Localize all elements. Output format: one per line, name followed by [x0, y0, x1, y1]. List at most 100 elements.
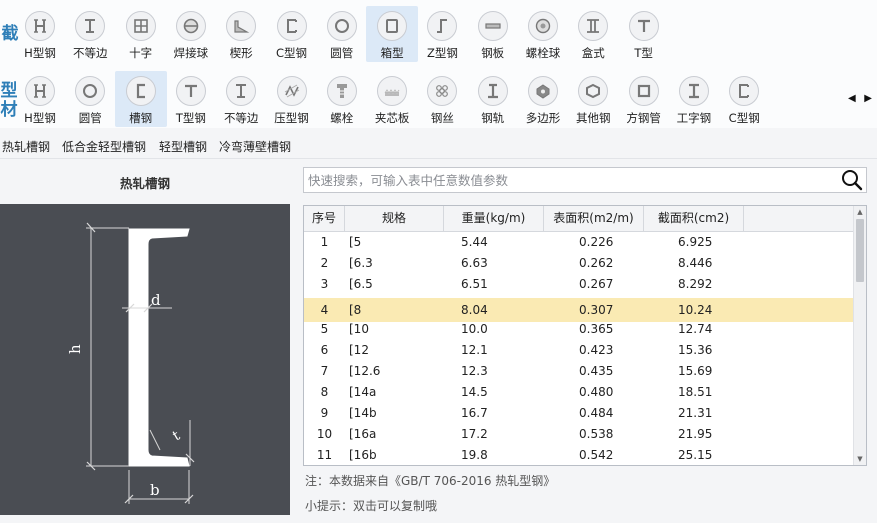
- section-steel-plate-button[interactable]: 钢板: [467, 6, 519, 62]
- cross-icon: [125, 11, 156, 41]
- search-input[interactable]: [304, 168, 824, 192]
- section-c-section-button[interactable]: C型钢: [266, 6, 318, 62]
- copy-tip: 小提示：双击可以复制哦: [305, 499, 438, 513]
- profile-t-section-button[interactable]: T型钢: [165, 71, 217, 127]
- table-cell: 0.480: [579, 385, 614, 399]
- scroll-down-icon[interactable]: ▼: [854, 453, 866, 465]
- table-row[interactable]: 5 [10 10.0 0.365 12.74: [304, 319, 853, 340]
- section-box-type-button[interactable]: 盒式: [567, 6, 619, 62]
- section-cross-button[interactable]: 十字: [115, 6, 167, 62]
- section-h-beam-button[interactable]: H型钢: [14, 6, 66, 62]
- section-label: 焊接球: [173, 46, 209, 60]
- column-header[interactable]: 重量(kg/m): [444, 206, 544, 231]
- profile-other-steel-button[interactable]: 其他钢: [567, 71, 619, 127]
- profile-label: T型钢: [175, 111, 206, 125]
- profile-label: 槽钢: [129, 111, 153, 125]
- section-bolt-ball-button[interactable]: 螺栓球: [517, 6, 569, 62]
- table-row[interactable]: 1 [5 5.44 0.226 6.925: [304, 232, 853, 253]
- table-cell: 0.542: [579, 448, 614, 462]
- profile-label: 其他钢: [576, 111, 611, 125]
- table-cell: [16a: [349, 427, 377, 441]
- table-cell: [12: [349, 343, 369, 357]
- section-label: H型钢: [24, 46, 56, 60]
- scroll-left-icon[interactable]: ◀: [848, 94, 856, 104]
- section-type-row: H型钢 不等边 十字 焊接球 楔形 C型钢 圆管 箱型 Z型钢 钢板 螺栓球 盒式 T型: [24, 6, 850, 66]
- section-t-section-button[interactable]: T型: [618, 6, 670, 62]
- profile-label: 不等边: [223, 111, 259, 125]
- bolt-icon: [326, 76, 357, 106]
- table-cell: [12.6: [349, 364, 381, 378]
- column-header[interactable]: 截面积(cm2): [644, 206, 744, 231]
- table-cell: 0.538: [579, 427, 614, 441]
- profile-h-beam-button[interactable]: H型钢: [14, 71, 66, 127]
- table-cell: [5: [349, 235, 362, 249]
- tab-low-alloy-light-channel[interactable]: 低合金轻型槽钢: [62, 138, 146, 155]
- t-section-icon: [628, 11, 659, 41]
- profile-rail-button[interactable]: 钢轨: [467, 71, 519, 127]
- section-round-tube-button[interactable]: 圆管: [316, 6, 368, 62]
- profile-label: 钢丝: [430, 111, 454, 125]
- scroll-right-icon[interactable]: ▶: [864, 94, 872, 104]
- rail-icon: [477, 76, 508, 106]
- profile-round-tube-button[interactable]: 圆管: [64, 71, 116, 127]
- profile-unequal-angle-button[interactable]: 不等边: [215, 71, 267, 127]
- scroll-thumb[interactable]: [856, 219, 864, 282]
- table-cell: 12.74: [678, 322, 713, 336]
- table-cell: 16.7: [461, 406, 488, 420]
- table-cell: 0.435: [579, 364, 614, 378]
- table-scrollbar[interactable]: ▲ ▼: [853, 206, 866, 465]
- table-cell: 8.446: [678, 256, 713, 270]
- table-cell: 8: [320, 385, 329, 399]
- table-row[interactable]: 6 [12 12.1 0.423 15.36: [304, 340, 853, 361]
- profile-steel-wire-button[interactable]: 钢丝: [416, 71, 468, 127]
- column-header[interactable]: 序号: [304, 206, 345, 231]
- tab-hot-rolled-channel[interactable]: 热轧槽钢: [2, 138, 50, 155]
- table-row[interactable]: 10 [16a 17.2 0.538 21.95: [304, 424, 853, 445]
- section-label: 螺栓球: [525, 46, 561, 60]
- section-unequal-angle-button[interactable]: 不等边: [64, 6, 116, 62]
- t-section-icon: [175, 76, 206, 106]
- scroll-up-icon[interactable]: ▲: [854, 206, 866, 218]
- table-row[interactable]: 2 [6.3 6.63 0.262 8.446: [304, 253, 853, 274]
- table-cell: 6: [320, 343, 329, 357]
- table-row[interactable]: 3 [6.5 6.51 0.267 8.292: [304, 274, 853, 295]
- section-z-section-button[interactable]: Z型钢: [416, 6, 468, 62]
- tab-cold-formed-channel[interactable]: 冷弯薄壁槽钢: [219, 138, 291, 155]
- section-label: 箱型: [380, 46, 404, 60]
- profile-bolt-button[interactable]: 螺栓: [316, 71, 368, 127]
- section-box-section-button[interactable]: 箱型: [366, 6, 419, 62]
- column-header[interactable]: 表面积(m2/m): [544, 206, 644, 231]
- i-beam-icon: [678, 76, 709, 106]
- profile-sandwich-panel-button[interactable]: 夹芯板: [366, 71, 418, 127]
- table-row[interactable]: 9 [14b 16.7 0.484 21.31: [304, 403, 853, 424]
- table-row[interactable]: 8 [14a 14.5 0.480 18.51: [304, 382, 853, 403]
- section-label: 楔形: [229, 46, 253, 60]
- profile-square-tube-button[interactable]: 方钢管: [618, 71, 670, 127]
- section-wedge-button[interactable]: 楔形: [215, 6, 267, 62]
- table-cell: 12.3: [461, 364, 488, 378]
- profile-c-section-button[interactable]: C型钢: [718, 71, 770, 127]
- table-cell: 6.51: [461, 277, 488, 291]
- table-cell: 12.1: [461, 343, 488, 357]
- column-header[interactable]: 规格: [345, 206, 444, 231]
- profile-label: H型钢: [24, 111, 56, 125]
- search-icon[interactable]: [840, 169, 864, 191]
- profile-polygon-button[interactable]: 多边形: [517, 71, 569, 127]
- table-cell: 0.267: [579, 277, 614, 291]
- channel-section-diagram: d h b r t: [0, 204, 290, 515]
- table-row[interactable]: 7 [12.6 12.3 0.435 15.69: [304, 361, 853, 382]
- tab-light-channel[interactable]: 轻型槽钢: [159, 138, 207, 155]
- profile-profiled-steel-button[interactable]: 压型钢: [266, 71, 318, 127]
- round-tube-icon: [326, 11, 357, 41]
- table-cell: 19.8: [461, 448, 488, 462]
- section-label: 钢板: [481, 46, 505, 60]
- toolbar-scroll-arrows: ◀ ▶: [848, 92, 872, 106]
- section-welded-ball-button[interactable]: 焊接球: [165, 6, 217, 62]
- table-row[interactable]: 11 [16b 19.8 0.542 25.15: [304, 445, 853, 465]
- profile-channel-button[interactable]: 槽钢: [114, 71, 167, 127]
- profile-label: 工字钢: [676, 111, 712, 125]
- table-cell: [14a: [349, 385, 377, 399]
- table-cell: [16b: [349, 448, 377, 462]
- profile-i-beam-button[interactable]: 工字钢: [668, 71, 720, 127]
- table-cell: 0.484: [579, 406, 614, 420]
